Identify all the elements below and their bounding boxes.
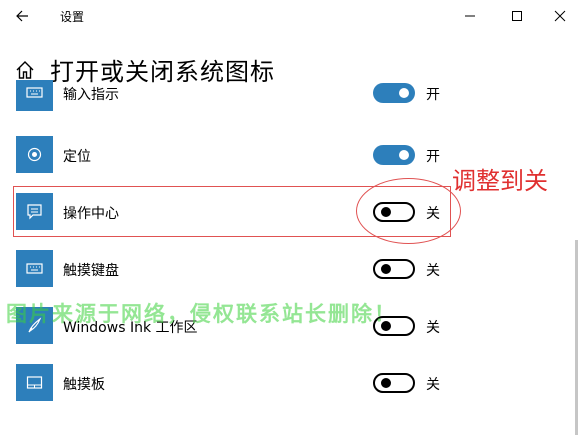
back-arrow-icon — [16, 10, 28, 22]
toggle-state-label: 关 — [426, 263, 440, 279]
annotation-text: 调整到关 — [452, 167, 548, 195]
highlight-ellipse — [356, 178, 461, 244]
toggle-state-label: 开 — [426, 87, 440, 103]
touch-keyboard-icon — [16, 250, 53, 287]
setting-label: 触摸板 — [63, 377, 105, 393]
setting-row-touchpad: 触摸板 关 — [0, 364, 560, 404]
title-bar: 设置 — [0, 0, 583, 32]
setting-label: 定位 — [63, 149, 91, 165]
home-icon[interactable] — [14, 59, 36, 81]
toggle-knob — [381, 378, 391, 388]
toggle-knob — [399, 150, 409, 160]
window-title: 设置 — [60, 10, 85, 24]
toggle-switch[interactable] — [373, 259, 415, 279]
close-button[interactable] — [537, 2, 583, 30]
close-icon — [554, 10, 566, 22]
scrollbar[interactable] — [575, 240, 578, 435]
keyboard-icon — [16, 80, 53, 111]
touchpad-icon — [16, 364, 53, 401]
setting-row-input-indicator: 输入指示 开 — [0, 80, 560, 111]
toggle-state-label: 关 — [426, 320, 440, 336]
toggle-knob — [399, 88, 409, 98]
maximize-icon — [512, 11, 522, 21]
toggle-switch[interactable] — [373, 83, 415, 103]
toggle-knob — [381, 264, 391, 274]
location-icon — [16, 136, 53, 173]
setting-label: 输入指示 — [63, 87, 119, 103]
toggle-switch[interactable] — [373, 145, 415, 165]
minimize-icon — [465, 15, 475, 17]
toggle-state-label: 开 — [426, 149, 440, 165]
toggle-switch[interactable] — [373, 373, 415, 393]
maximize-button[interactable] — [494, 2, 540, 30]
watermark-text: 图片来源于网络，侵权联系站长删除！ — [6, 302, 397, 326]
toggle-state-label: 关 — [426, 377, 440, 393]
setting-label: 触摸键盘 — [63, 263, 119, 279]
back-button[interactable] — [8, 2, 38, 30]
minimize-button[interactable] — [447, 2, 493, 30]
setting-row-touch-keyboard: 触摸键盘 关 — [0, 250, 560, 290]
